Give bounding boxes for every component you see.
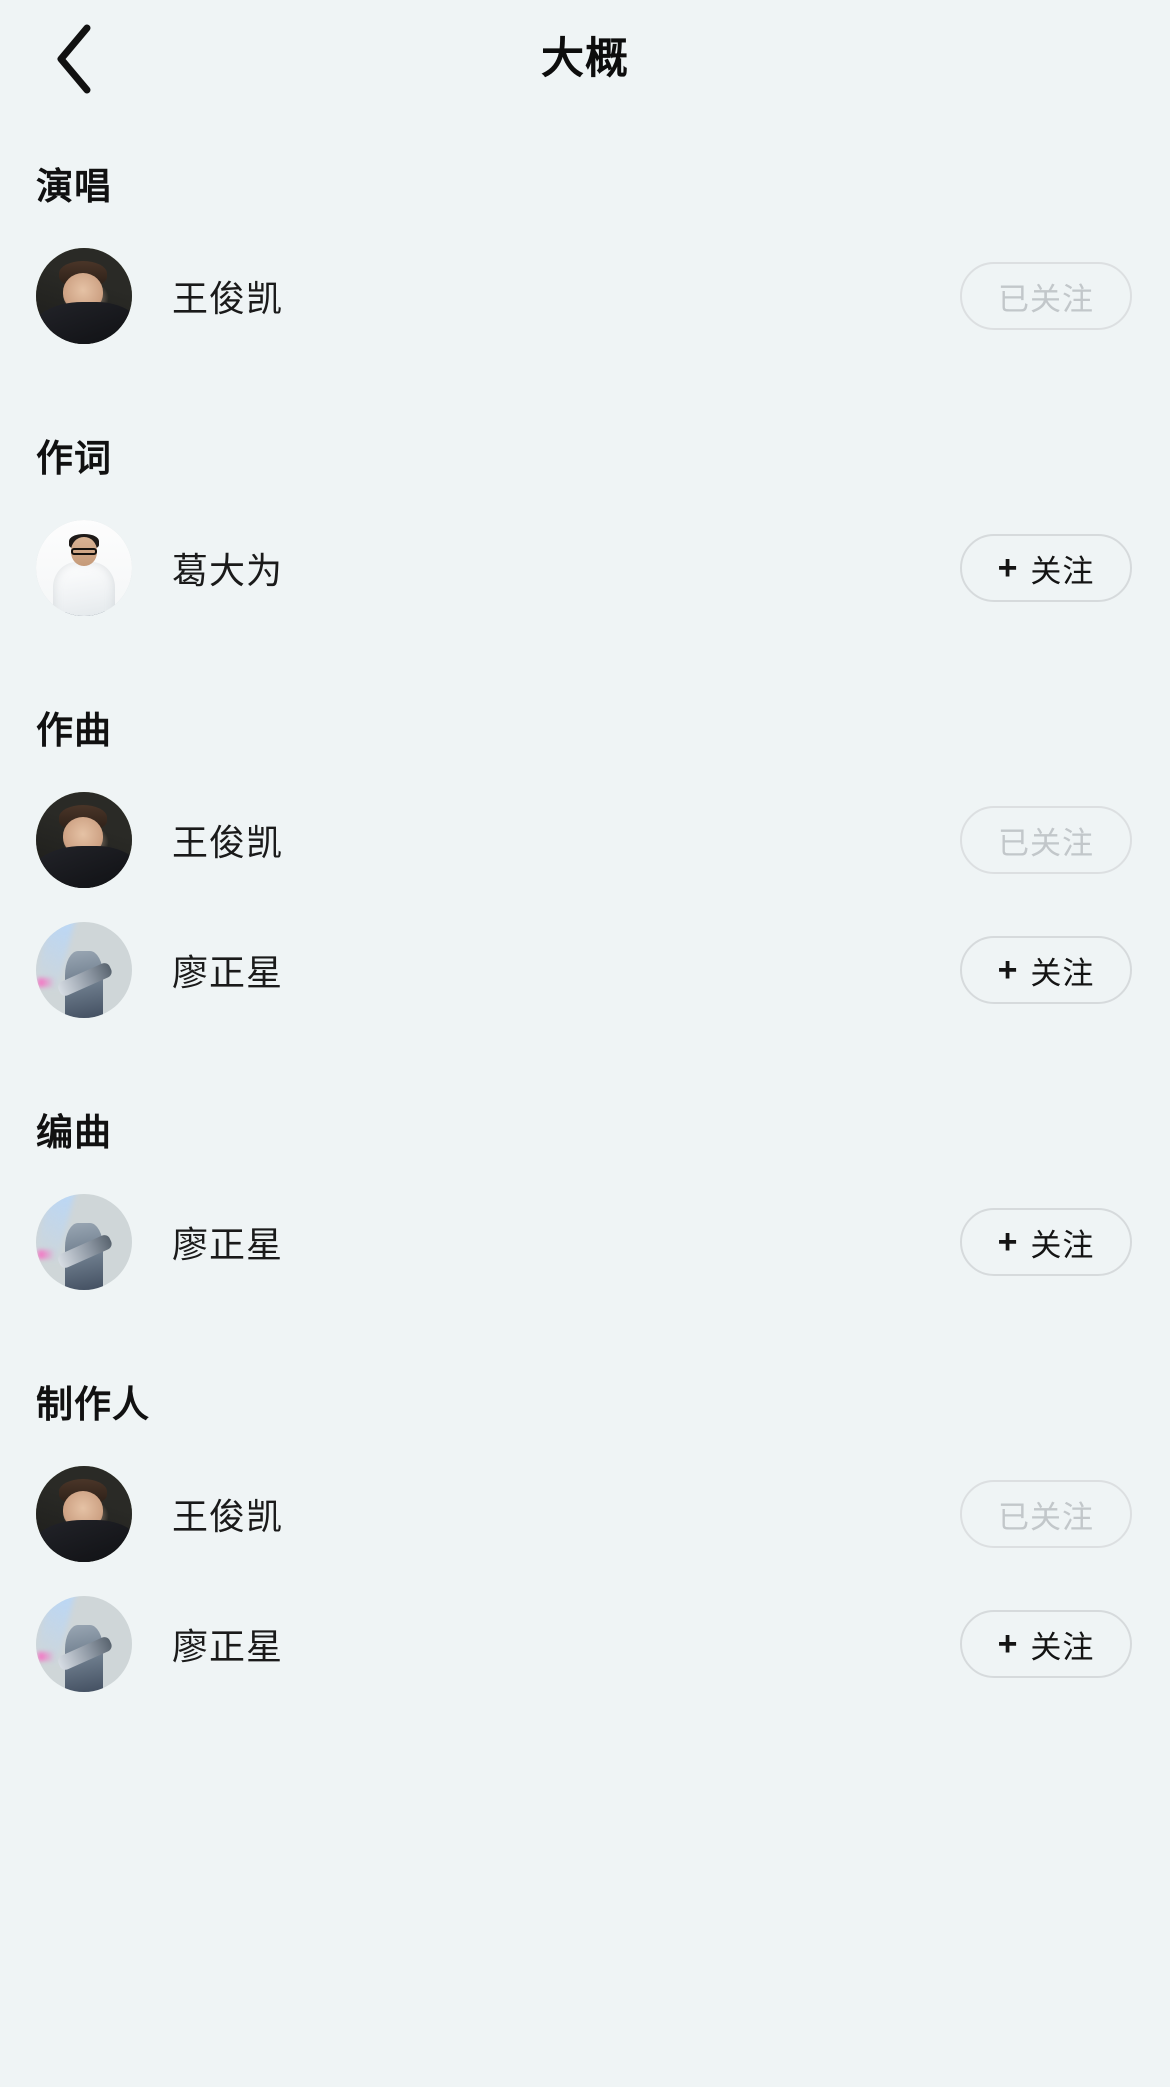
artist-name: 廖正星 — [172, 952, 284, 993]
artist-name: 王俊凯 — [172, 1496, 284, 1537]
avatar[interactable] — [36, 520, 132, 616]
artist-name: 廖正星 — [172, 1224, 284, 1265]
chevron-left-icon — [51, 22, 95, 96]
credit-row[interactable]: 廖正星 + 关注 — [0, 1178, 1170, 1306]
following-button[interactable]: 已关注 — [960, 262, 1132, 330]
follow-button-label: 关注 — [1030, 955, 1095, 991]
follow-button-label: 已关注 — [998, 1499, 1094, 1535]
plus-icon: + — [997, 951, 1019, 989]
credits-section: 演唱王俊凯 已关注 — [0, 118, 1170, 390]
follow-button-label: 关注 — [1030, 1227, 1095, 1263]
avatar[interactable] — [36, 922, 132, 1018]
follow-button[interactable]: + 关注 — [960, 1610, 1132, 1678]
follow-button-label: 关注 — [1030, 1629, 1095, 1665]
top-navigation-bar: 大概 — [0, 0, 1170, 118]
follow-button-label: 已关注 — [998, 281, 1094, 317]
follow-button-label: 已关注 — [998, 825, 1094, 861]
credits-section: 制作人王俊凯 已关注廖正星 + 关注 — [0, 1336, 1170, 1738]
credit-row[interactable]: 葛大为 + 关注 — [0, 504, 1170, 632]
section-title: 演唱 — [36, 166, 112, 207]
avatar[interactable] — [36, 248, 132, 344]
follow-button-label: 关注 — [1030, 553, 1095, 589]
credit-row[interactable]: 王俊凯 已关注 — [0, 232, 1170, 360]
avatar[interactable] — [36, 1466, 132, 1562]
follow-button[interactable]: + 关注 — [960, 936, 1132, 1004]
follow-button[interactable]: + 关注 — [960, 1208, 1132, 1276]
plus-icon: + — [997, 1223, 1019, 1261]
following-button[interactable]: 已关注 — [960, 1480, 1132, 1548]
credits-section: 作词葛大为 + 关注 — [0, 390, 1170, 662]
artist-name: 王俊凯 — [172, 822, 284, 863]
credit-row[interactable]: 廖正星 + 关注 — [0, 1580, 1170, 1708]
page-title: 大概 — [541, 35, 629, 83]
avatar[interactable] — [36, 1194, 132, 1290]
credit-row[interactable]: 王俊凯 已关注 — [0, 776, 1170, 904]
follow-button[interactable]: + 关注 — [960, 534, 1132, 602]
artist-name: 葛大为 — [172, 550, 284, 591]
credits-sections: 演唱 王俊凯 已关注 作词 葛大为 + 关注 作曲 王俊凯 已关注 廖正星 + 关注 编曲 廖正星 + 关注 制作… — [0, 118, 1170, 1738]
plus-icon: + — [997, 1625, 1019, 1663]
artist-name: 王俊凯 — [172, 278, 284, 319]
section-title: 作词 — [36, 438, 112, 479]
following-button[interactable]: 已关注 — [960, 806, 1132, 874]
song-credits-page: 大概 演唱 王俊凯 已关注 作词 葛大为 + 关注 作曲 王俊凯 已关注 廖正星 + 关注 编曲 廖正星 + 关… — [0, 0, 1170, 2087]
section-title: 制作人 — [36, 1384, 150, 1425]
back-button[interactable] — [28, 14, 118, 104]
credits-section: 编曲廖正星 + 关注 — [0, 1064, 1170, 1336]
artist-name: 廖正星 — [172, 1626, 284, 1667]
credit-row[interactable]: 王俊凯 已关注 — [0, 1450, 1170, 1578]
plus-icon: + — [997, 549, 1019, 587]
avatar[interactable] — [36, 792, 132, 888]
credit-row[interactable]: 廖正星 + 关注 — [0, 906, 1170, 1034]
section-title: 作曲 — [36, 710, 112, 751]
section-title: 编曲 — [36, 1112, 112, 1153]
credits-section: 作曲王俊凯 已关注廖正星 + 关注 — [0, 662, 1170, 1064]
avatar[interactable] — [36, 1596, 132, 1692]
